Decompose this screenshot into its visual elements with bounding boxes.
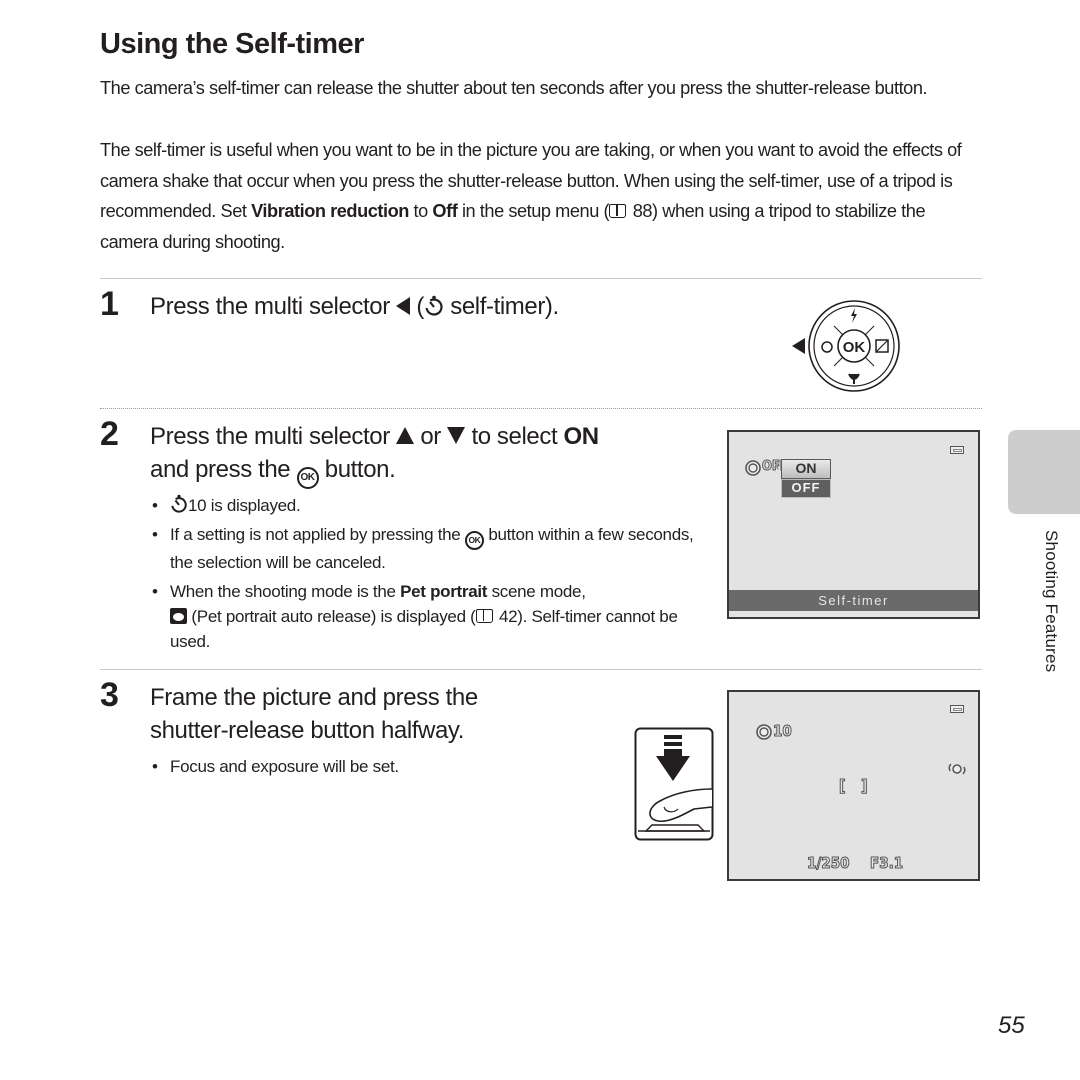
bullet-text: If a setting is not applied by pressing … [170,525,465,544]
step-text: or [414,423,448,450]
intro-paragraph-1: The camera’s self-timer can release the … [100,78,928,98]
self-timer-icon [745,460,761,476]
left-arrow-icon [396,297,411,315]
self-timer-icon [756,724,772,740]
step-text: Press the multi selector [150,293,397,320]
page-reference[interactable]: 42 [499,607,518,626]
step-2-heading: Press the multi selector or to select ON… [150,420,710,489]
section-divider [100,278,982,279]
step-text: shutter-release button halfway. [150,717,465,744]
step-2-number: 2 [100,415,119,453]
ok-button-icon: OK [464,531,484,550]
list-item: When the shooting mode is the Pet portra… [150,579,695,654]
step-text: and press the [150,456,297,483]
vibration-reduction-icon [948,763,966,775]
ok-button-icon: OK [296,467,319,489]
off-label: Off [432,201,458,221]
self-timer-countdown: 10 [773,722,793,741]
down-arrow-icon [447,427,466,444]
step-text: ( [410,293,424,320]
bullet-text: Focus and exposure will be set. [170,757,399,776]
step-2-notes: 10 is displayed. If a setting is not app… [150,493,695,658]
option-on[interactable]: ON [781,459,831,479]
self-timer-icon [425,295,443,316]
page-title: Using the Self-timer [100,28,364,60]
pet-portrait-label: Pet portrait [400,582,488,601]
step-text: button. [318,456,396,483]
menu-pointer-icon: ‹ [776,462,780,473]
step-3-heading: Frame the picture and press the shutter-r… [150,681,478,747]
focus-bracket-left: [ [839,776,847,796]
camera-screen-shooting: 10 [ ] 1/250 F3.1 [727,690,980,881]
focus-bracket-right: ] [861,776,869,796]
step-1-number: 1 [100,285,119,323]
screen-caption: Self-timer [729,590,978,611]
page-reference[interactable]: 88 [633,201,653,221]
shutter-speed: 1/250 [807,854,850,873]
left-press-arrow-icon [792,338,805,354]
pet-portrait-auto-release-icon [170,608,187,624]
page-number: 55 [998,1012,1025,1039]
step-text: Press the multi selector [150,423,397,450]
step-divider [100,669,982,670]
self-timer-icon [171,494,187,513]
bullet-text: 10 is displayed. [188,496,301,515]
list-item: 10 is displayed. [150,493,695,518]
up-arrow-icon [396,427,415,444]
vibration-reduction-label: Vibration reduction [251,201,409,221]
battery-icon [950,705,964,713]
list-item: Focus and exposure will be set. [150,754,590,779]
list-item: If a setting is not applied by pressing … [150,522,695,575]
ok-label: OK [843,339,866,356]
shutter-half-press-icon [634,727,714,841]
option-off[interactable]: OFF [781,479,831,498]
intro-text: in the setup menu ( [457,201,610,221]
step-text: to select [465,423,564,450]
step-3-notes: Focus and exposure will be set. [150,754,590,783]
section-tab [1008,430,1080,514]
step-divider [100,408,982,409]
book-reference-icon [609,204,627,218]
aperture-value: F3.1 [869,854,904,873]
on-label: ON [563,423,600,450]
section-tab-label: Shooting Features [1042,530,1061,673]
intro-text: to [408,201,433,221]
step-1-heading: Press the multi selector ( self-timer). [150,290,559,323]
bullet-text: scene mode, [487,582,586,601]
multi-selector-diagram: OK [792,300,900,392]
battery-icon [950,446,964,454]
bullet-text: (Pet portrait auto release) is displayed… [187,607,476,626]
bullet-text: When the shooting mode is the [170,582,401,601]
step-text: self-timer). [443,293,559,320]
book-reference-icon [475,609,493,623]
intro-paragraph-2: The self-timer is useful when you want t… [100,135,985,257]
step-text: Frame the picture and press the [150,684,478,711]
step-3-number: 3 [100,676,119,714]
